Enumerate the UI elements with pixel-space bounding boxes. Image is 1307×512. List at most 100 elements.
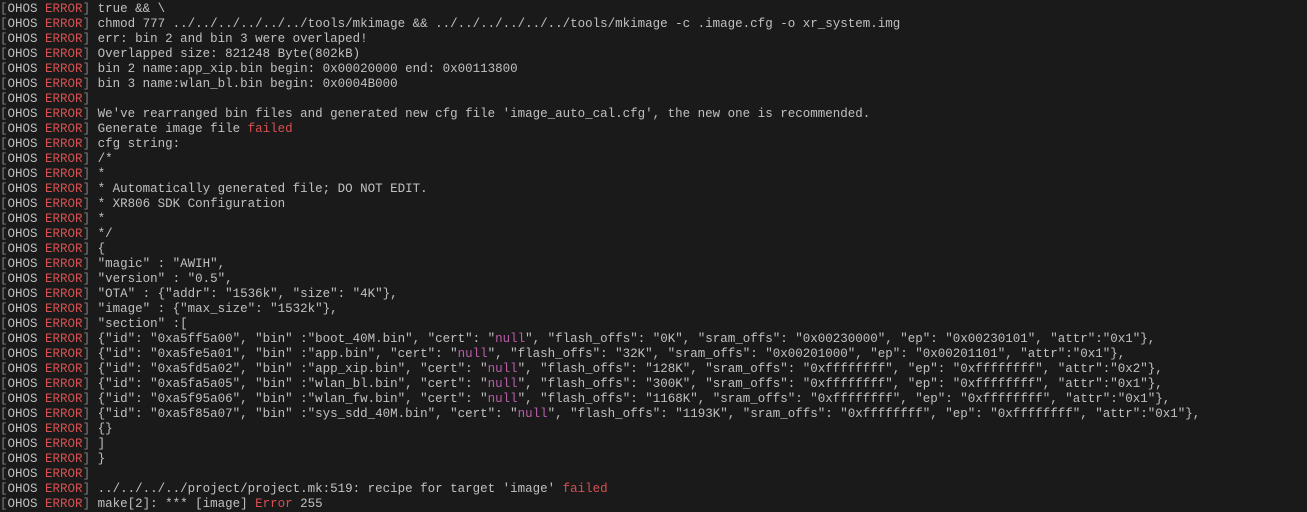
bracket-open: [ — [0, 272, 8, 286]
bracket-close: ] — [83, 422, 91, 436]
failed-keyword: failed — [563, 482, 608, 496]
bracket-open: [ — [0, 62, 8, 76]
log-level: ERROR — [45, 212, 83, 226]
bracket-open: [ — [0, 302, 8, 316]
log-level: ERROR — [45, 17, 83, 31]
log-source: OHOS — [8, 47, 38, 61]
error-keyword: Error — [255, 497, 293, 511]
log-line: [OHOS ERROR] "OTA" : {"addr": "1536k", "… — [0, 287, 1307, 302]
bracket-open: [ — [0, 317, 8, 331]
log-level: ERROR — [45, 227, 83, 241]
bracket-open: [ — [0, 257, 8, 271]
log-level: ERROR — [45, 182, 83, 196]
log-level: ERROR — [45, 137, 83, 151]
log-line: [OHOS ERROR] ../../../../project/project… — [0, 482, 1307, 497]
log-message: * Automatically generated file; DO NOT E… — [90, 182, 428, 196]
bracket-open: [ — [0, 347, 8, 361]
log-level: ERROR — [45, 167, 83, 181]
bracket-close: ] — [83, 32, 91, 46]
log-line: [OHOS ERROR] We've rearranged bin files … — [0, 107, 1307, 122]
log-message: We've rearranged bin files and generated… — [90, 107, 870, 121]
bracket-close: ] — [83, 137, 91, 151]
log-line: [OHOS ERROR] */ — [0, 227, 1307, 242]
log-message-post: ", "flash_offs": "1168K", "sram_offs": "… — [518, 392, 1171, 406]
log-message: true && \ — [90, 2, 165, 16]
bracket-open: [ — [0, 32, 8, 46]
log-line: [OHOS ERROR] — [0, 467, 1307, 482]
log-message: "version" : "0.5", — [90, 272, 233, 286]
bracket-open: [ — [0, 92, 8, 106]
bracket-open: [ — [0, 467, 8, 481]
log-line: [OHOS ERROR] {"id": "0xa5fa5a05", "bin" … — [0, 377, 1307, 392]
log-source: OHOS — [8, 347, 38, 361]
log-message: * — [90, 167, 105, 181]
log-message: "section" :[ — [90, 317, 188, 331]
log-message: * XR806 SDK Configuration — [90, 197, 285, 211]
log-level: ERROR — [45, 452, 83, 466]
log-message: chmod 777 ../../../../../../tools/mkimag… — [90, 17, 900, 31]
bracket-open: [ — [0, 122, 8, 136]
bracket-close: ] — [83, 107, 91, 121]
log-level: ERROR — [45, 302, 83, 316]
log-source: OHOS — [8, 317, 38, 331]
log-source: OHOS — [8, 17, 38, 31]
log-source: OHOS — [8, 152, 38, 166]
log-line: [OHOS ERROR] bin 2 name:app_xip.bin begi… — [0, 62, 1307, 77]
log-level: ERROR — [45, 242, 83, 256]
null-keyword: null — [495, 332, 525, 346]
log-level: ERROR — [45, 377, 83, 391]
log-message-post: ", "flash_offs": "0K", "sram_offs": "0x0… — [525, 332, 1155, 346]
log-level: ERROR — [45, 152, 83, 166]
log-message: {} — [90, 422, 113, 436]
log-line: [OHOS ERROR] bin 3 name:wlan_bl.bin begi… — [0, 77, 1307, 92]
log-level: ERROR — [45, 332, 83, 346]
log-message: {"id": "0xa5fd5a02", "bin" :"app_xip.bin… — [90, 362, 488, 376]
log-source: OHOS — [8, 182, 38, 196]
log-level: ERROR — [45, 107, 83, 121]
bracket-open: [ — [0, 17, 8, 31]
log-source: OHOS — [8, 212, 38, 226]
terminal-output: [OHOS ERROR] true && \[OHOS ERROR] chmod… — [0, 2, 1307, 512]
log-source: OHOS — [8, 437, 38, 451]
log-level: ERROR — [45, 347, 83, 361]
log-source: OHOS — [8, 467, 38, 481]
log-source: OHOS — [8, 167, 38, 181]
bracket-close: ] — [83, 362, 91, 376]
log-source: OHOS — [8, 77, 38, 91]
bracket-close: ] — [83, 467, 91, 481]
bracket-open: [ — [0, 212, 8, 226]
bracket-close: ] — [83, 92, 91, 106]
bracket-close: ] — [83, 47, 91, 61]
log-level: ERROR — [45, 47, 83, 61]
log-message: {"id": "0xa5f95a06", "bin" :"wlan_fw.bin… — [90, 392, 488, 406]
log-level: ERROR — [45, 272, 83, 286]
log-line: [OHOS ERROR] {"id": "0xa5fe5a01", "bin" … — [0, 347, 1307, 362]
log-line: [OHOS ERROR] {"id": "0xa5ff5a00", "bin" … — [0, 332, 1307, 347]
log-source: OHOS — [8, 482, 38, 496]
bracket-close: ] — [83, 77, 91, 91]
log-message: Generate image file — [90, 122, 248, 136]
log-source: OHOS — [8, 227, 38, 241]
bracket-close: ] — [83, 377, 91, 391]
log-source: OHOS — [8, 197, 38, 211]
bracket-open: [ — [0, 2, 8, 16]
log-source: OHOS — [8, 452, 38, 466]
bracket-open: [ — [0, 47, 8, 61]
log-message: ../../../../project/project.mk:519: reci… — [90, 482, 563, 496]
log-source: OHOS — [8, 137, 38, 151]
bracket-close: ] — [83, 317, 91, 331]
log-level: ERROR — [45, 497, 83, 511]
log-level: ERROR — [45, 437, 83, 451]
log-message-post: ", "flash_offs": "1193K", "sram_offs": "… — [548, 407, 1201, 421]
failed-keyword: failed — [248, 122, 293, 136]
log-source: OHOS — [8, 407, 38, 421]
log-line: [OHOS ERROR] {"id": "0xa5fd5a02", "bin" … — [0, 362, 1307, 377]
bracket-open: [ — [0, 287, 8, 301]
log-line: [OHOS ERROR] true && \ — [0, 2, 1307, 17]
log-message: "magic" : "AWIH", — [90, 257, 225, 271]
log-source: OHOS — [8, 62, 38, 76]
bracket-close: ] — [83, 452, 91, 466]
bracket-open: [ — [0, 182, 8, 196]
bracket-open: [ — [0, 77, 8, 91]
null-keyword: null — [518, 407, 548, 421]
